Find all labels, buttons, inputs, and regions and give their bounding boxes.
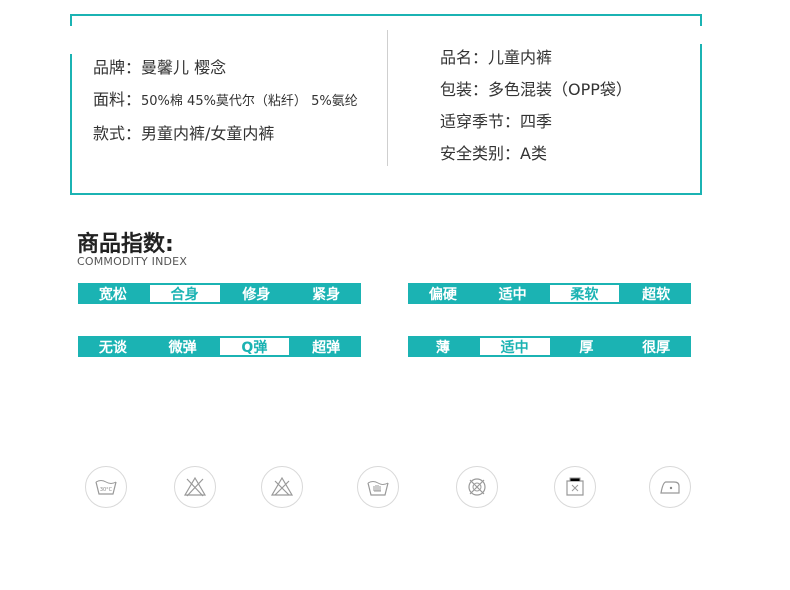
no-bleach-icon	[174, 466, 216, 508]
spec-safety-class: 安全类别：A类	[440, 144, 547, 163]
spec-divider	[387, 30, 388, 166]
hand-wash-icon	[357, 466, 399, 508]
index-option: 适中	[498, 286, 527, 303]
index-option: 超弹	[312, 339, 341, 356]
spec-box: 品牌：曼馨儿 樱念 面料：50%棉 45%莫代尔（粘纤） 5%氨纶 款式：男童内…	[70, 14, 702, 195]
spec-right-column: 品名：儿童内裤 包装：多色混装（OPP袋） 适穿季节：四季 安全类别：A类	[440, 42, 632, 170]
spec-brand: 品牌：曼馨儿 樱念	[93, 58, 227, 77]
index-bar-elasticity: 无谈 微弹 Q弹 超弹	[78, 336, 361, 357]
index-option: 偏硬	[428, 286, 457, 303]
no-tumble-dry-icon	[456, 466, 498, 508]
spec-left-column: 品牌：曼馨儿 樱念 面料：50%棉 45%莫代尔（粘纤） 5%氨纶 款式：男童内…	[93, 52, 358, 150]
index-option: 修身	[242, 286, 271, 303]
index-option: 薄	[435, 339, 450, 356]
index-option-selected: 适中	[477, 336, 552, 357]
index-option: 微弹	[168, 339, 197, 356]
index-option-selected: 柔软	[547, 283, 622, 304]
index-option-selected: 合身	[147, 283, 222, 304]
border-right-top	[700, 14, 702, 26]
border-bottom	[70, 193, 702, 195]
hang-dry-icon	[554, 466, 596, 508]
iron-low-icon	[649, 466, 691, 508]
index-option: 超软	[642, 286, 671, 303]
index-option: 无谈	[98, 339, 127, 356]
border-left-bottom	[70, 54, 72, 195]
index-option: 厚	[579, 339, 594, 356]
index-bar-hardness: 偏硬 适中 柔软 超软	[408, 283, 691, 304]
index-option: 很厚	[642, 339, 671, 356]
spec-season: 适穿季节：四季	[440, 112, 553, 131]
spec-packaging: 包装：多色混装（OPP袋）	[440, 80, 632, 99]
index-option-selected: Q弹	[217, 336, 292, 357]
svg-text:30°C: 30°C	[100, 487, 113, 493]
index-option: 宽松	[98, 286, 127, 303]
no-chlorine-icon	[261, 466, 303, 508]
border-top	[70, 14, 702, 16]
spec-fabric: 面料：50%棉 45%莫代尔（粘纤） 5%氨纶	[93, 90, 358, 109]
spec-style: 款式：男童内裤/女童内裤	[93, 124, 275, 143]
index-title: 商品指数:	[77, 232, 174, 257]
spec-product-name: 品名：儿童内裤	[440, 48, 553, 67]
index-subtitle: COMMODITY INDEX	[77, 255, 188, 268]
border-right-bottom	[700, 44, 702, 195]
index-bar-fit: 宽松 合身 修身 紧身	[78, 283, 361, 304]
wash-30-icon: 30°C	[85, 466, 127, 508]
index-option: 紧身	[312, 286, 341, 303]
index-bar-thickness: 薄 适中 厚 很厚	[408, 336, 691, 357]
border-left-top	[70, 14, 72, 26]
